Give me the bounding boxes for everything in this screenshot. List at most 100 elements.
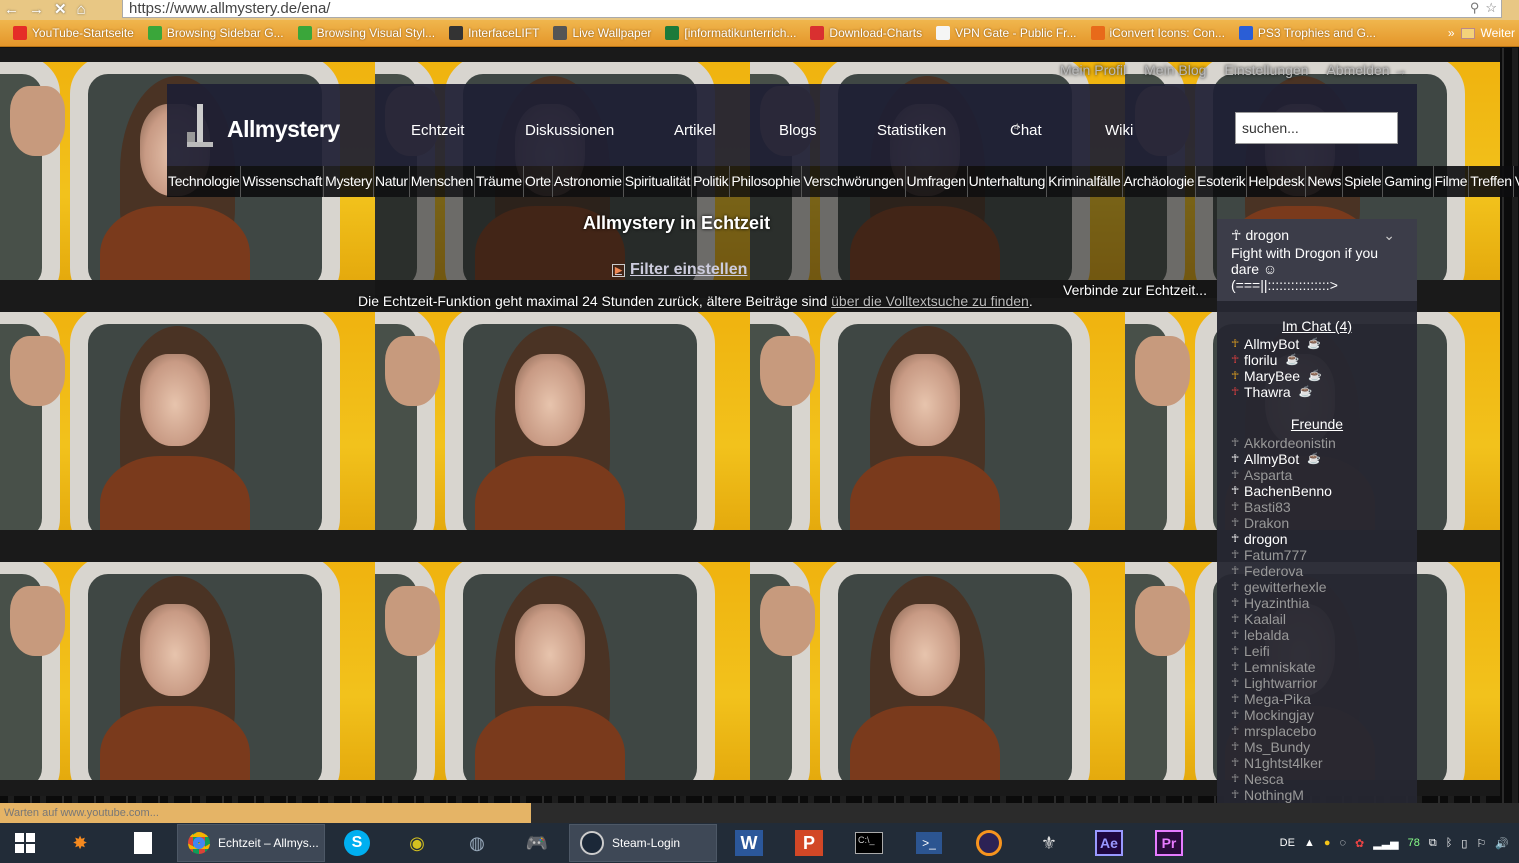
nav-echtzeit[interactable]: Echtzeit [411, 122, 464, 139]
eclipse-icon[interactable] [959, 823, 1019, 863]
user-item[interactable]: ☥ NothingM [1231, 787, 1336, 803]
bluetooth-icon[interactable]: ᛒ [1446, 837, 1453, 849]
user-item[interactable]: ☥ Nesca [1231, 771, 1336, 787]
search-input[interactable] [1235, 112, 1398, 144]
user-item[interactable]: ☥ Lightwarrior [1231, 675, 1336, 691]
chat-heading[interactable]: Im Chat (4) [1217, 318, 1417, 334]
bookmark-item[interactable]: YouTube-Startseite [6, 26, 141, 40]
star-icon[interactable]: ☆ [1485, 0, 1497, 16]
category-orte[interactable]: Orte [524, 166, 553, 197]
nav-blogs[interactable]: Blogs [779, 122, 817, 139]
category-mystery[interactable]: Mystery [324, 166, 374, 197]
category-verbesserungen[interactable]: Verbesserungen [1514, 166, 1519, 197]
after-effects-icon[interactable]: Ae [1079, 823, 1139, 863]
category-spiele[interactable]: Spiele [1343, 166, 1384, 197]
windows-start-icon[interactable] [0, 823, 50, 863]
fulltext-search-link[interactable]: über die Volltextsuche zu finden [831, 293, 1029, 309]
category-news[interactable]: News [1306, 166, 1344, 197]
stop-icon[interactable]: ✕ [54, 0, 67, 18]
bookmarks-overflow[interactable]: » Weiter [1448, 26, 1519, 40]
user-item[interactable]: ☥ Akkordeonistin [1231, 435, 1336, 451]
user-item[interactable]: ☥ mrsplacebo [1231, 723, 1336, 739]
user-item[interactable]: ☥ Mega-Pika [1231, 691, 1336, 707]
category-träume[interactable]: Träume [475, 166, 524, 197]
user-item[interactable]: ☥ MaryBee ☕ [1231, 368, 1322, 384]
nav-diskussionen[interactable]: Diskussionen [525, 122, 614, 139]
home-icon[interactable]: ⌂ [77, 1, 86, 18]
user-item[interactable]: ☥ Kaalail [1231, 611, 1336, 627]
avast-icon[interactable]: ✸ [50, 823, 110, 863]
nav-statistiken[interactable]: Statistiken [877, 122, 946, 139]
logo-icon[interactable] [185, 104, 215, 148]
my-blog-link[interactable]: Mein Blog [1144, 62, 1206, 78]
category-verschwörungen[interactable]: Verschwörungen [802, 166, 906, 197]
user-item[interactable]: ☥ Thawra ☕ [1231, 384, 1322, 400]
filter-link[interactable]: ▶ Filter einstellen [612, 261, 747, 279]
forward-icon[interactable]: → [29, 1, 44, 18]
user-item[interactable]: ☥ drogon [1231, 531, 1336, 547]
user-item[interactable]: ☥ Basti83 [1231, 499, 1336, 515]
friends-heading[interactable]: Freunde [1217, 416, 1417, 432]
back-icon[interactable]: ← [4, 1, 19, 18]
user-item[interactable]: ☥ N1ghtst4lker [1231, 755, 1336, 771]
signal-icon[interactable]: ▂▃▅ [1373, 837, 1398, 850]
category-wissenschaft[interactable]: Wissenschaft [241, 166, 325, 197]
user-item[interactable]: ☥ Drakon [1231, 515, 1336, 531]
bookmark-item[interactable]: Browsing Visual Styl... [291, 26, 443, 40]
user-item[interactable]: ☥ BachenBenno [1231, 483, 1336, 499]
network-icon[interactable]: ⧉ [1429, 837, 1437, 850]
user-item[interactable]: ☥ Mockingjay [1231, 707, 1336, 723]
bookmark-item[interactable]: Download-Charts [803, 26, 929, 40]
nav-wiki[interactable]: Wiki [1105, 122, 1133, 139]
user-item[interactable]: ☥ lebalda [1231, 627, 1336, 643]
flag-icon[interactable]: ⚐ [1476, 837, 1486, 850]
bookmark-item[interactable]: Browsing Sidebar G... [141, 26, 291, 40]
logo-text[interactable]: Allmystery [227, 116, 340, 143]
bookmark-item[interactable]: [informatikunterrich... [658, 26, 803, 40]
skype-icon[interactable]: S [327, 823, 387, 863]
powerpoint-icon[interactable]: P [779, 823, 839, 863]
gamepad-icon[interactable]: 🎮 [507, 823, 567, 863]
logout-link[interactable]: Abmelden → [1326, 62, 1407, 78]
user-item[interactable]: ☥ gewitterhexle [1231, 579, 1336, 595]
battery-icon[interactable]: ▯ [1461, 837, 1467, 850]
chevron-down-icon[interactable]: ⌄ [1383, 227, 1395, 244]
bookmark-item[interactable]: iConvert Icons: Con... [1084, 26, 1232, 40]
user-item[interactable]: ☥ Lemniskate [1231, 659, 1336, 675]
my-profile-link[interactable]: Mein Profil [1060, 62, 1126, 78]
category-philosophie[interactable]: Philosophie [730, 166, 803, 197]
bookmark-item[interactable]: InterfaceLIFT [442, 26, 546, 40]
category-politik[interactable]: Politik [692, 166, 731, 197]
network-globe-icon[interactable]: ◍ [447, 823, 507, 863]
user-item[interactable]: ☥ Ms_Bundy [1231, 739, 1336, 755]
notification-icon[interactable]: ▲ [1304, 837, 1315, 849]
category-kriminalfälle[interactable]: Kriminalfälle [1047, 166, 1123, 197]
category-treffen[interactable]: Treffen [1469, 166, 1514, 197]
bookmark-item[interactable]: Live Wallpaper [546, 26, 658, 40]
taskbar-steam-window[interactable]: Steam-Login [569, 824, 717, 862]
address-bar[interactable]: https://www.allmystery.de/ena/ ⚲ ☆ [122, 0, 1502, 18]
category-gaming[interactable]: Gaming [1383, 166, 1434, 197]
taskbar-chrome-window[interactable]: Echtzeit – Allmys... [177, 824, 325, 862]
category-helpdesk[interactable]: Helpdesk [1247, 166, 1307, 197]
premiere-icon[interactable]: Pr [1139, 823, 1199, 863]
steam-tray-icon[interactable]: ◌ [1339, 837, 1346, 849]
user-item[interactable]: ☥ Hyazinthia [1231, 595, 1336, 611]
terminal-icon[interactable]: C:\_ [839, 823, 899, 863]
bookmark-item[interactable]: VPN Gate - Public Fr... [929, 26, 1083, 40]
category-umfragen[interactable]: Umfragen [906, 166, 968, 197]
globe-app-icon[interactable]: ◉ [387, 823, 447, 863]
tray-app-icon[interactable]: ✿ [1355, 837, 1364, 850]
category-spiritualität[interactable]: Spiritualität [624, 166, 693, 197]
user-name[interactable]: ☥ drogon [1231, 227, 1289, 244]
category-natur[interactable]: Natur [374, 166, 410, 197]
user-item[interactable]: ☥ Leifi [1231, 643, 1336, 659]
bookmarks-folder-label[interactable]: Weiter [1481, 26, 1515, 40]
skyrim-icon[interactable]: ⚜ [1019, 823, 1079, 863]
volume-icon[interactable]: 🔊 [1495, 837, 1509, 850]
file-icon[interactable] [110, 823, 175, 863]
user-item[interactable]: ☥ Asparta [1231, 467, 1336, 483]
user-item[interactable]: ☥ AllmyBot ☕ [1231, 451, 1336, 467]
nav-artikel[interactable]: Artikel [674, 122, 716, 139]
category-filme[interactable]: Filme [1434, 166, 1470, 197]
